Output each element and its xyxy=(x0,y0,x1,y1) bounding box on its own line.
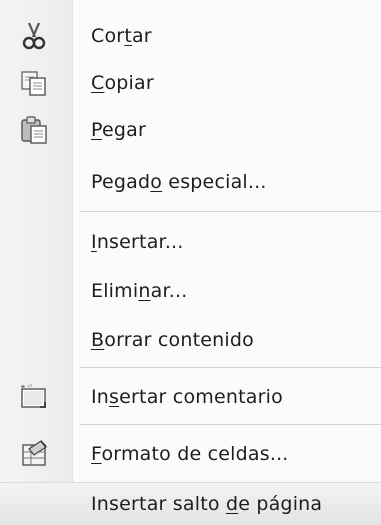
menu-item-label: Borrar contenido xyxy=(91,329,254,351)
menu-item-label: Insertar... xyxy=(91,231,184,253)
menu-item-label: Eliminar... xyxy=(91,280,188,302)
menu-item-label: Pegar xyxy=(91,119,146,141)
menu-separator xyxy=(80,211,381,212)
paste-icon xyxy=(14,110,54,150)
menu-item-label: Insertar salto de página xyxy=(91,493,323,515)
menu-item-delete[interactable]: Eliminar... xyxy=(0,269,381,313)
insert-comment-icon xyxy=(14,377,54,417)
menu-item-label: Pegado especial... xyxy=(91,171,267,193)
menu-item-clear-contents[interactable]: Borrar contenido xyxy=(0,318,381,362)
menu-item-insert[interactable]: Insertar... xyxy=(0,220,381,264)
menu-item-label: Cortar xyxy=(91,25,152,47)
menu-item-paste-special[interactable]: Pegado especial... xyxy=(0,160,381,204)
scissors-icon xyxy=(14,16,54,56)
menu-item-label: Formato de celdas... xyxy=(91,443,289,465)
menu-separator xyxy=(80,367,381,368)
menu-item-cut[interactable]: Cortar xyxy=(0,14,381,58)
menu-item-label: Copiar xyxy=(91,72,154,94)
menu-item-insert-comment[interactable]: Insertar comentario xyxy=(0,375,381,419)
copy-icon xyxy=(14,63,54,103)
menu-item-paste[interactable]: Pegar xyxy=(0,108,381,152)
menu-separator xyxy=(80,424,381,425)
menu-item-format-cells[interactable]: Formato de celdas... xyxy=(0,432,381,476)
context-menu: Cortar Copiar Pegar Pegado especial... I… xyxy=(0,0,381,525)
menu-item-insert-page-break[interactable]: Insertar salto de página xyxy=(0,482,381,525)
menu-item-label: Insertar comentario xyxy=(91,386,283,408)
menu-item-copy[interactable]: Copiar xyxy=(0,61,381,105)
format-cells-icon xyxy=(14,434,54,474)
